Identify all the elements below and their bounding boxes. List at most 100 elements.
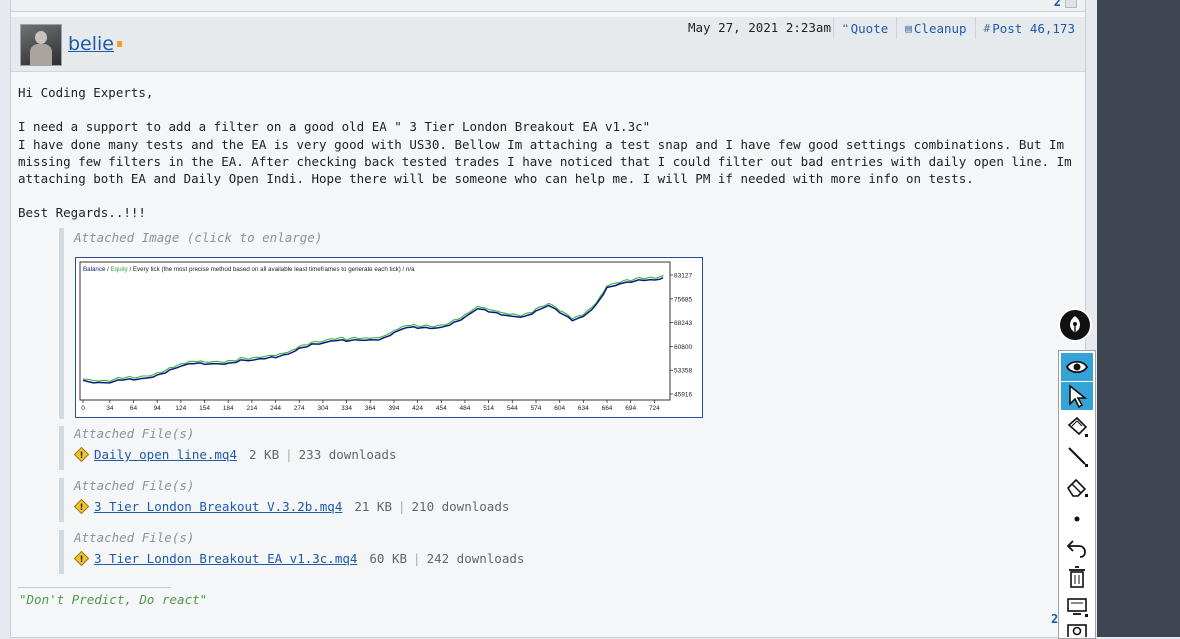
- y-tick-label: 53358: [674, 368, 692, 375]
- y-tick-label: 68243: [674, 320, 692, 327]
- right-sidebar: [1097, 0, 1180, 637]
- x-tick-label: 184: [223, 405, 234, 412]
- x-tick-label: 274: [294, 405, 305, 412]
- x-tick-label: 0: [81, 405, 85, 412]
- quote-button[interactable]: ❝ Quote: [833, 17, 896, 39]
- quote-icon: ❝: [842, 21, 849, 35]
- post-number-link[interactable]: # Post 46,173: [974, 17, 1083, 39]
- pen-nib-icon: [1070, 316, 1080, 333]
- page-number-top[interactable]: 2: [1054, 0, 1061, 9]
- legend-subtitle: / Every tick (the most precise method ba…: [128, 266, 415, 273]
- svg-text:!: !: [79, 451, 83, 461]
- x-tick-label: 304: [317, 405, 328, 412]
- attachment-size: 21 KB: [354, 499, 392, 514]
- attachment-downloads: 210 downloads: [411, 499, 510, 514]
- annotate-pen-button[interactable]: [1058, 308, 1092, 342]
- cleanup-button[interactable]: ▤ Cleanup: [896, 17, 974, 39]
- hash-icon: #: [983, 21, 991, 35]
- body-paragraph: I have done many tests and the EA is ver…: [18, 136, 1072, 187]
- legend-balance: Balance: [83, 266, 106, 273]
- quote-label: Quote: [850, 20, 889, 36]
- avatar[interactable]: [20, 24, 62, 66]
- annotation-toolbar: [1058, 350, 1096, 639]
- closing-text: Best Regards..!!!: [18, 205, 146, 221]
- undo-tool[interactable]: [1061, 533, 1093, 561]
- attachment-size: 2 KB: [249, 447, 280, 462]
- attached-image-title: Attached Image (click to enlarge): [74, 230, 323, 245]
- highlighter-icon: [1067, 416, 1088, 437]
- y-tick-label: 60800: [674, 344, 692, 351]
- x-tick-label: 694: [625, 405, 636, 412]
- x-tick-label: 574: [531, 405, 542, 412]
- dot-size-tool[interactable]: [1061, 503, 1093, 531]
- x-tick-label: 514: [483, 405, 494, 412]
- attached-image-thumbnail[interactable]: Balance / Equity / Every tick (the most …: [75, 257, 703, 418]
- warning-icon: !: [74, 499, 89, 514]
- greeting-text: Hi Coding Experts,: [18, 85, 154, 100]
- x-tick-label: 364: [365, 405, 376, 412]
- warning-icon: !: [74, 447, 89, 462]
- chart-legend: Balance / Equity / Every tick (the most …: [83, 266, 415, 273]
- x-tick-label: 214: [246, 405, 257, 412]
- body-line-1: I need a support to add a filter on a go…: [18, 119, 651, 135]
- attachment-title: Attached File(s): [74, 426, 195, 441]
- attachment-block-3: Attached File(s) ! 3 Tier London Breakou…: [59, 530, 524, 574]
- post-date: May 27, 2021 2:23am: [688, 20, 831, 35]
- previous-post-footer: 2: [11, 0, 1085, 12]
- eraser-icon: [1066, 478, 1088, 497]
- x-tick-label: 94: [154, 405, 162, 412]
- x-tick-label: 424: [412, 405, 423, 412]
- screenshot-tool[interactable]: [1061, 593, 1093, 621]
- x-tick-label: 124: [175, 405, 186, 412]
- highlighter-tool[interactable]: [1061, 413, 1093, 441]
- view-tool[interactable]: [1061, 353, 1093, 381]
- x-tick-label: 34: [106, 405, 114, 412]
- x-tick-label: 244: [270, 405, 281, 412]
- x-tick-label: 604: [554, 405, 565, 412]
- x-tick-label: 634: [578, 405, 589, 412]
- attachment-title: Attached File(s): [74, 530, 195, 545]
- trash-icon: [1069, 566, 1085, 588]
- plot-area: [79, 261, 671, 401]
- x-tick-label: 664: [602, 405, 613, 412]
- x-tick-label: 544: [507, 405, 518, 412]
- x-tick-label: 64: [130, 405, 138, 412]
- attachment-row: ! 3 Tier London Breakout EA v1.3c.mq4 60…: [74, 551, 524, 566]
- meta-separator: |: [413, 551, 421, 566]
- dot-icon: [1074, 516, 1080, 522]
- meta-separator: |: [398, 499, 406, 514]
- attachment-row: ! Daily open line.mq4 2 KB | 233 downloa…: [74, 447, 396, 462]
- x-tick-label: 724: [649, 405, 660, 412]
- attachment-downloads: 242 downloads: [426, 551, 525, 566]
- select-tool[interactable]: [1061, 382, 1093, 410]
- attachment-size: 60 KB: [369, 551, 408, 566]
- x-tick-label: 484: [460, 405, 471, 412]
- post-body: Hi Coding Experts, I need a support to a…: [18, 84, 1078, 222]
- attachment-file-link[interactable]: 3 Tier London Breakout EA v1.3c.mq4: [94, 551, 357, 566]
- svg-text:!: !: [79, 503, 83, 513]
- signature-divider: [18, 587, 171, 588]
- camera-icon: [1067, 624, 1087, 637]
- screen-icon[interactable]: [1065, 0, 1077, 8]
- attachment-file-link[interactable]: 3 Tier London Breakout V.3.2b.mq4: [94, 499, 342, 514]
- camera-tool[interactable]: [1061, 623, 1093, 637]
- warning-icon: !: [74, 551, 89, 566]
- eraser-tool[interactable]: [1061, 473, 1093, 501]
- post-number-label: Post 46,173: [992, 20, 1075, 36]
- attachment-file-link[interactable]: Daily open line.mq4: [94, 447, 237, 462]
- attachment-block-2: Attached File(s) ! 3 Tier London Breakou…: [59, 478, 509, 522]
- line-tool[interactable]: [1061, 443, 1093, 471]
- attachment-title: Attached File(s): [74, 478, 195, 493]
- y-tick-label: 83127: [674, 273, 692, 280]
- username-link[interactable]: belie: [68, 33, 114, 55]
- y-tick-label: 45916: [674, 392, 692, 399]
- x-tick-label: 334: [341, 405, 352, 412]
- x-tick-label: 154: [199, 405, 210, 412]
- post-actions: ❝ Quote ▤ Cleanup # Post 46,173: [833, 17, 1083, 39]
- screen-icon: [1067, 598, 1088, 617]
- clear-tool[interactable]: [1061, 563, 1093, 591]
- line-icon: [1068, 447, 1088, 467]
- cleanup-label: Cleanup: [913, 20, 967, 36]
- svg-text:!: !: [79, 555, 83, 565]
- undo-icon: [1066, 540, 1086, 558]
